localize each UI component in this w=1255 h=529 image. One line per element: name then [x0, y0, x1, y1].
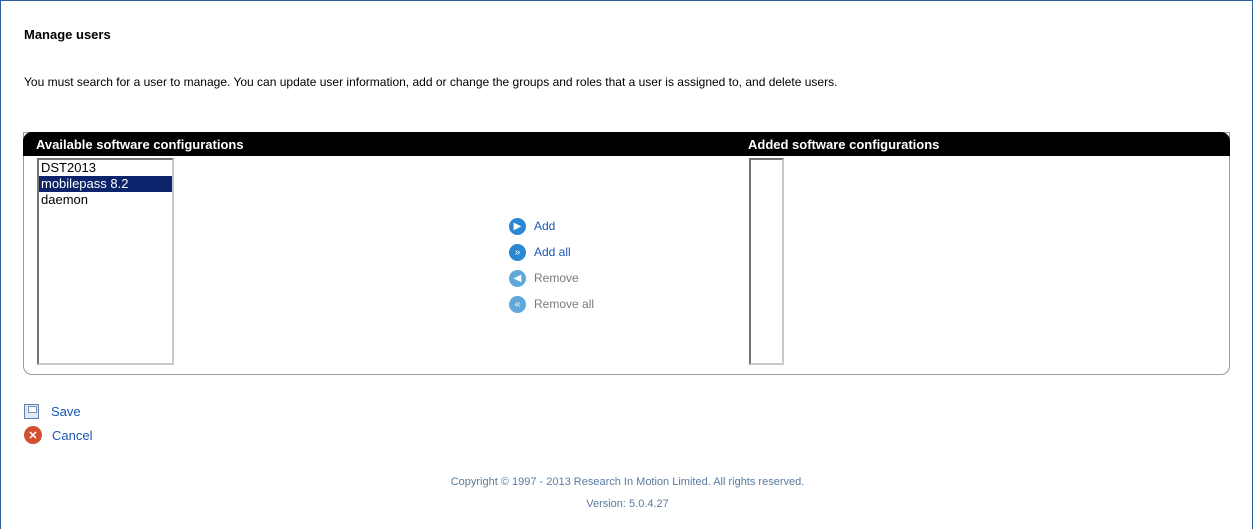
list-item[interactable]: daemon — [39, 192, 172, 208]
arrow-left-circle-icon: ◀ — [509, 269, 526, 287]
double-arrow-right-circle-icon: » — [509, 243, 526, 261]
added-header: Added software configurations — [748, 137, 940, 152]
add-label: Add — [534, 219, 556, 233]
add-all-label: Add all — [534, 245, 571, 259]
list-item-selected[interactable]: mobilepass 8.2 — [39, 176, 172, 192]
page-title: Manage users — [24, 27, 111, 42]
remove-label: Remove — [534, 271, 579, 285]
form-actions: Save ✕ Cancel — [24, 399, 92, 447]
save-button[interactable]: Save — [24, 399, 92, 423]
remove-button[interactable]: ◀ Remove — [509, 265, 594, 291]
remove-all-label: Remove all — [534, 297, 595, 311]
save-label: Save — [51, 403, 81, 419]
add-all-button[interactable]: » Add all — [509, 239, 594, 265]
software-config-panel: Available software configurations Added … — [23, 132, 1230, 375]
cancel-label: Cancel — [52, 427, 93, 443]
add-button[interactable]: ▶ Add — [509, 213, 594, 239]
available-header: Available software configurations — [36, 137, 244, 152]
page-description: You must search for a user to manage. Yo… — [24, 75, 838, 89]
added-configs-listbox[interactable] — [749, 158, 784, 365]
copyright-text: Copyright © 1997 - 2013 Research In Moti… — [450, 476, 805, 488]
panel-header: Available software configurations Added … — [23, 132, 1230, 156]
arrow-right-circle-icon: ▶ — [509, 217, 526, 235]
version-text: Version: 5.0.4.27 — [586, 498, 669, 510]
available-configs-listbox[interactable]: DST2013 mobilepass 8.2 daemon — [37, 158, 174, 365]
remove-all-button[interactable]: « Remove all — [509, 291, 594, 317]
x-circle-icon: ✕ — [24, 426, 42, 444]
double-arrow-left-circle-icon: « — [509, 295, 526, 313]
transfer-actions: ▶ Add » Add all ◀ Remove « Remove all — [509, 213, 594, 317]
list-item[interactable]: DST2013 — [39, 160, 172, 176]
cancel-button[interactable]: ✕ Cancel — [24, 423, 92, 447]
floppy-disk-icon — [24, 403, 39, 419]
